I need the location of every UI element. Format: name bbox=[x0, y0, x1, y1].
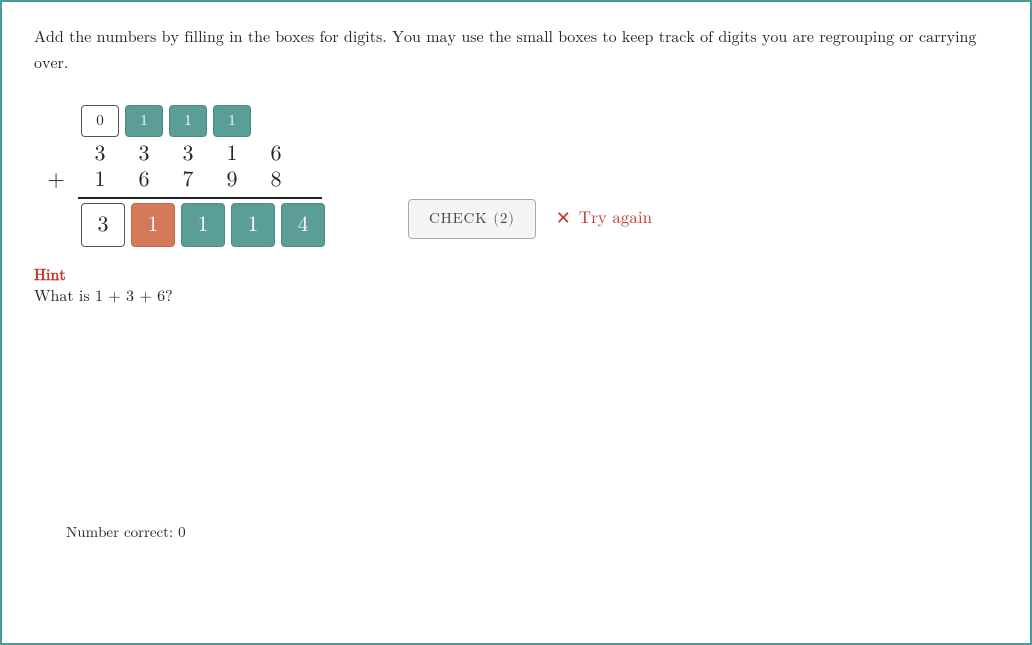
numbers-block: 33316 + 16798 31114 bbox=[34, 141, 328, 247]
divider bbox=[34, 197, 328, 199]
addend1-digit-1: 3 bbox=[122, 141, 166, 167]
hint-text: What is 1 + 3 + 6? bbox=[34, 288, 998, 307]
problem-block: 0111 33316 + 16798 bbox=[34, 105, 328, 247]
plus-sign: + bbox=[34, 167, 78, 193]
addend2-row: + 16798 bbox=[34, 167, 328, 193]
addend2-digit-1: 6 bbox=[122, 167, 166, 193]
number-correct: Number correct: 0 bbox=[66, 524, 186, 542]
carry-row: 0111 bbox=[34, 105, 328, 137]
check-button[interactable]: CHECK (2) bbox=[408, 199, 536, 239]
answer-cell-0: 3 bbox=[81, 203, 125, 247]
answer-row: 31114 bbox=[34, 203, 328, 247]
addend2-digit-0: 1 bbox=[78, 167, 122, 193]
hint-area: Hint What is 1 + 3 + 6? bbox=[34, 267, 998, 307]
addend1-digit-3: 1 bbox=[210, 141, 254, 167]
addend2-digit-3: 9 bbox=[210, 167, 254, 193]
try-again-message: ✕ Try again bbox=[556, 208, 652, 230]
instruction-text: Add the numbers by filling in the boxes … bbox=[34, 26, 994, 77]
try-again-text: Try again bbox=[579, 209, 652, 229]
answer-cell-2[interactable]: 1 bbox=[181, 203, 225, 247]
carry-cell-1[interactable]: 1 bbox=[125, 105, 163, 137]
carry-cell-0[interactable]: 0 bbox=[81, 105, 119, 137]
hint-label: Hint bbox=[34, 267, 998, 286]
answer-cell-3[interactable]: 1 bbox=[231, 203, 275, 247]
answer-cell-4[interactable]: 4 bbox=[281, 203, 325, 247]
addend1-digit-4: 6 bbox=[254, 141, 298, 167]
answer-cell-1[interactable]: 1 bbox=[131, 203, 175, 247]
addend2-digit-2: 7 bbox=[166, 167, 210, 193]
carry-cell-3[interactable]: 1 bbox=[213, 105, 251, 137]
carry-cell-2[interactable]: 1 bbox=[169, 105, 207, 137]
addend1-row: 33316 bbox=[34, 141, 328, 167]
addend1-digit-0: 3 bbox=[78, 141, 122, 167]
addend1-digit-2: 3 bbox=[166, 141, 210, 167]
addend2-digit-4: 8 bbox=[254, 167, 298, 193]
x-icon: ✕ bbox=[556, 208, 571, 230]
